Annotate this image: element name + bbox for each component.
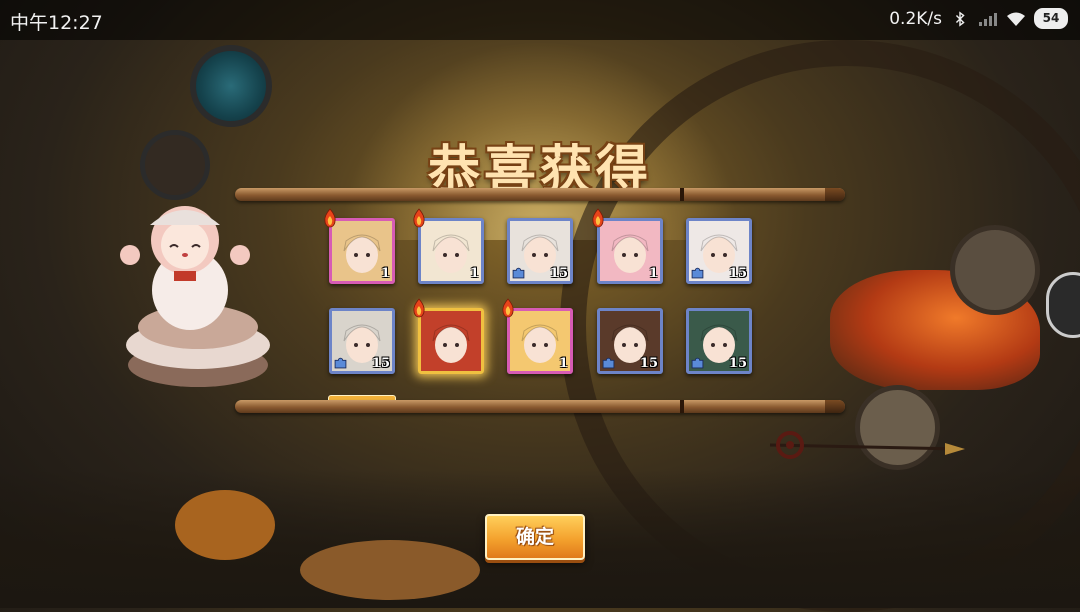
reward-card[interactable]: 15 [686,218,752,284]
puzzle-piece-icon [512,267,525,279]
reward-card[interactable]: 1 [329,218,395,284]
signal-icon [979,12,997,26]
reward-count: 15 [728,266,747,281]
chopstick-band [680,188,684,201]
confirm-button[interactable]: 确定 [485,514,585,560]
reward-card[interactable]: 15 [507,218,573,284]
puzzle-piece-icon [334,357,347,369]
status-time: 中午12:27 [10,12,103,34]
chopstick-tip [825,188,845,201]
reward-count: 1 [380,266,390,281]
flame-icon [502,298,514,318]
wifi-icon [1007,12,1025,26]
reward-card[interactable]: 1 [418,218,484,284]
mascot-character [120,206,270,387]
flame-icon [413,298,425,318]
background-clock [950,225,1040,315]
bottom-chopstick [235,400,845,413]
reward-card[interactable]: 15 [597,308,663,374]
reward-card[interactable]: 15 [329,308,395,374]
reward-count: 1 [469,266,479,281]
flame-icon [324,208,336,228]
reward-card[interactable]: 1 [597,218,663,284]
puzzle-piece-icon [691,267,704,279]
reward-count: 1 [648,266,658,281]
status-bar: 中午12:27 0.2K/s 54 [0,0,1080,40]
status-right-group: 0.2K/s 54 [889,8,1068,29]
puzzle-piece-icon [602,357,615,369]
battery-indicator: 54 [1034,8,1068,29]
reward-count: 15 [371,356,390,371]
puzzle-piece-icon [691,357,704,369]
character-portrait [421,311,481,371]
flame-icon [592,208,604,228]
chopstick-band [680,400,684,413]
reward-card[interactable] [418,308,484,374]
clock-hand-decoration [769,431,965,459]
reward-count: 15 [549,266,568,281]
reward-card[interactable]: 15 [686,308,752,374]
network-speed: 0.2K/s [889,8,942,29]
reward-count: 1 [558,356,568,371]
chopstick-tip [825,400,845,413]
bluetooth-icon [955,10,965,27]
background-food-plate [300,540,480,600]
flame-icon [413,208,425,228]
reward-count: 15 [639,356,658,371]
reward-count: 15 [728,356,747,371]
background-lantern [190,45,272,127]
top-chopstick [235,188,845,201]
reward-card[interactable]: 1 [507,308,573,374]
background-pumpkin [175,490,275,560]
